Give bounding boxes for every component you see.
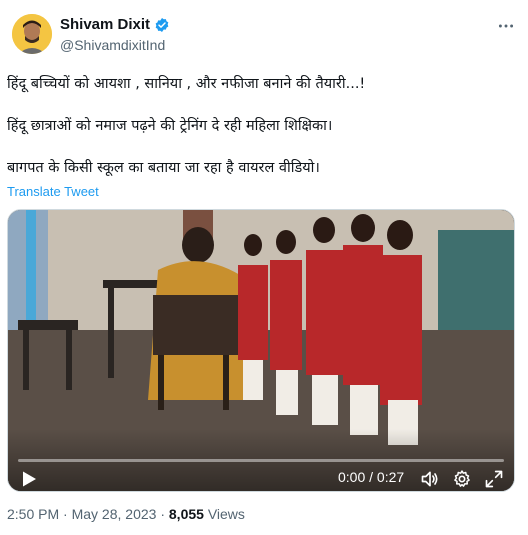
fullscreen-icon	[485, 470, 503, 488]
settings-button[interactable]	[452, 469, 472, 489]
tweet-meta: 2:50 PM · May 28, 2023 · 8,055 Views	[7, 506, 245, 522]
video-controls: 0:00 / 0:27	[8, 429, 514, 491]
meta-separator: ·	[156, 506, 169, 522]
views-label: Views	[203, 506, 245, 522]
volume-icon	[421, 471, 438, 487]
tweet-header: Shivam Dixit @ShivamdixitInd	[8, 14, 520, 60]
fullscreen-button[interactable]	[484, 469, 504, 489]
tweet-time[interactable]: 2:50 PM	[7, 506, 59, 522]
gear-icon	[454, 470, 470, 487]
tweet-line-1: हिंदू बच्चियों को आयशा , सानिया , और नफी…	[7, 76, 366, 92]
tweet-date[interactable]: May 28, 2023	[72, 506, 157, 522]
views-count: 8,055	[168, 506, 204, 522]
author-name-row: Shivam Dixit	[60, 16, 170, 33]
more-options-button[interactable]	[494, 16, 518, 36]
tweet-line-3: बागपत के किसी स्कूल का बताया जा रहा है व…	[7, 160, 320, 176]
avatar-image	[12, 14, 52, 54]
author-display-name[interactable]: Shivam Dixit	[60, 16, 150, 33]
more-horizontal-icon	[498, 24, 514, 28]
tweet-line-2: हिंदू छात्राओं को नमाज पढ़ने की ट्रेनिंग…	[7, 118, 333, 134]
verified-badge-icon	[154, 17, 170, 33]
volume-button[interactable]	[420, 469, 440, 489]
play-icon	[23, 471, 36, 487]
translate-tweet-link[interactable]: Translate Tweet	[7, 184, 99, 199]
video-progress-bar[interactable]	[18, 459, 504, 462]
meta-separator: ·	[59, 506, 72, 522]
video-time: 0:00 / 0:27	[338, 469, 405, 485]
avatar[interactable]	[12, 14, 52, 54]
play-button[interactable]	[20, 470, 38, 488]
video-player[interactable]: 0:00 / 0:27	[7, 209, 515, 492]
author-handle[interactable]: @ShivamdixitInd	[60, 37, 165, 53]
